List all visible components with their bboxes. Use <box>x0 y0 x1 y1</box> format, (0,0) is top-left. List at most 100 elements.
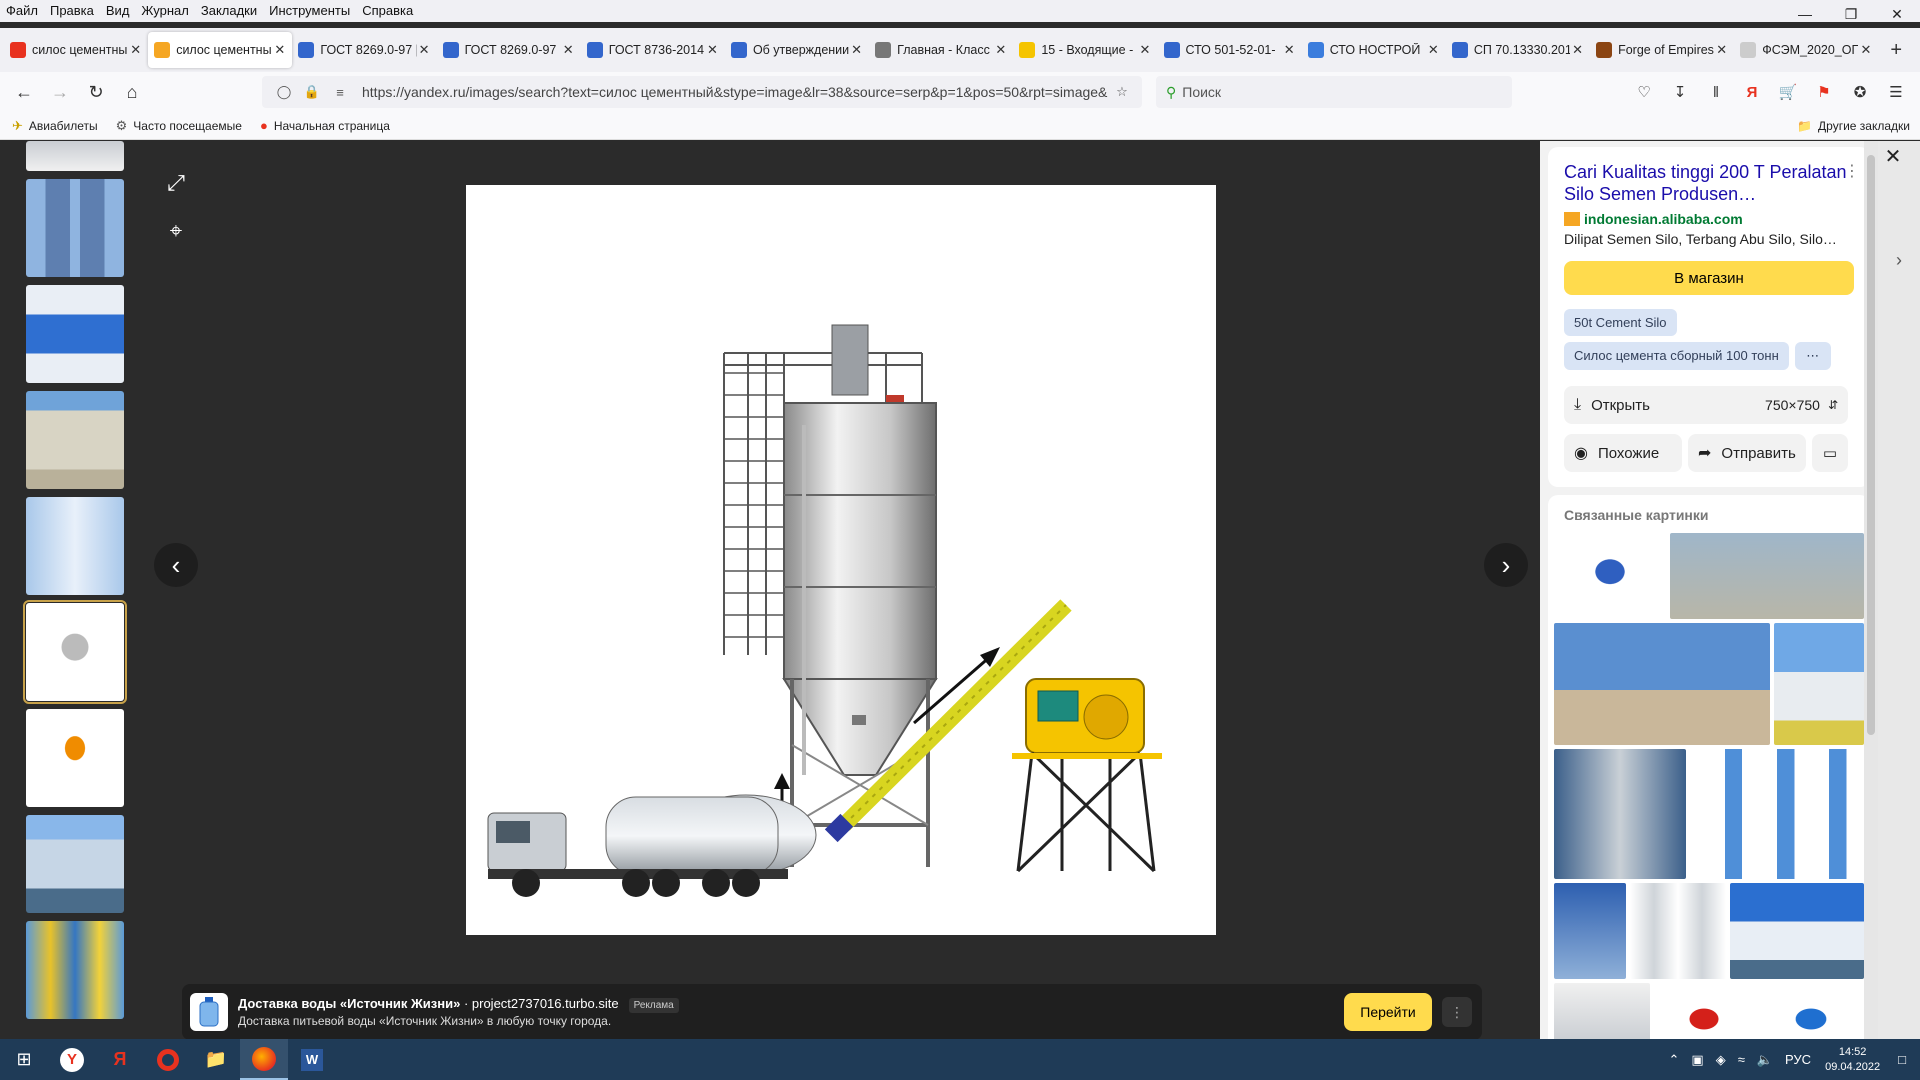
tag[interactable]: Силос цемента сборный 100 тонн <box>1564 342 1789 370</box>
browser-tab[interactable]: 15 - Входящие - ✕ <box>1013 32 1157 68</box>
fullscreen-icon[interactable]: ⤢ <box>156 163 196 203</box>
thumbnail[interactable] <box>26 709 124 807</box>
notifications-icon[interactable]: □ <box>1898 1052 1906 1067</box>
thumbnail[interactable] <box>26 285 124 383</box>
more-tags-icon[interactable]: ⋯ <box>1794 342 1831 370</box>
other-bookmarks[interactable]: 📁 Другие закладки <box>1797 112 1910 140</box>
source-domain[interactable]: indonesian.alibaba.com <box>1564 211 1854 227</box>
clock[interactable]: 14:52 09.04.2022 <box>1825 1045 1880 1075</box>
menu-item[interactable]: Журнал <box>135 0 194 22</box>
ad-banner[interactable]: Доставка воды «Источник Жизни» · project… <box>182 984 1482 1040</box>
close-tab-icon[interactable]: ✕ <box>851 42 863 58</box>
related-image[interactable] <box>1554 983 1650 1039</box>
cart-icon[interactable]: 🛒 <box>1770 76 1806 108</box>
bookmark-item[interactable]: ⚙ Часто посещаемые <box>104 118 248 134</box>
related-image[interactable] <box>1554 533 1666 619</box>
meet-now-icon[interactable]: ▣ <box>1691 1052 1703 1068</box>
menu-item[interactable]: Файл <box>0 0 44 22</box>
menu-item[interactable]: Вид <box>100 0 136 22</box>
lock-icon[interactable]: 🔒 <box>300 84 324 100</box>
browser-tab[interactable]: Об утверждении ✕ <box>725 32 869 68</box>
crop-icon[interactable]: ⌖ <box>156 211 196 251</box>
url-text[interactable]: https://yandex.ru/images/search?text=сил… <box>356 84 1110 100</box>
close-tab-icon[interactable]: ✕ <box>1428 42 1440 58</box>
related-image[interactable] <box>1730 883 1864 979</box>
close-tab-icon[interactable]: ✕ <box>419 42 431 58</box>
close-tab-icon[interactable]: ✕ <box>563 42 575 58</box>
thumbnail[interactable] <box>26 391 124 489</box>
related-image[interactable] <box>1670 533 1864 619</box>
back-icon[interactable]: ← <box>6 76 42 108</box>
menu-item[interactable]: Правка <box>44 0 100 22</box>
network-icon[interactable]: ◈ <box>1716 1052 1726 1068</box>
search-input[interactable]: ⚲ Поиск <box>1156 76 1512 108</box>
browser-tab[interactable]: Forge of Empires ✕ <box>1590 32 1734 68</box>
related-image[interactable] <box>1690 749 1864 879</box>
side-panel-scrollbar[interactable] <box>1864 141 1878 1039</box>
close-viewer-icon[interactable]: ✕ <box>1878 141 1908 171</box>
new-tab-button[interactable]: + <box>1878 32 1914 68</box>
browser-tab[interactable]: ФСЭМ_2020_ОП_М✕ <box>1734 32 1878 68</box>
minimize-button[interactable]: — <box>1782 0 1828 28</box>
bookmark-button[interactable]: ▭ <box>1812 434 1848 472</box>
thumbnail[interactable] <box>26 815 124 913</box>
bookmark-item[interactable]: ✈ Авиабилеты <box>0 118 104 134</box>
reload-icon[interactable]: ↻ <box>78 76 114 108</box>
thumbnail[interactable] <box>26 141 124 171</box>
restore-button[interactable]: ❐ <box>1828 0 1874 28</box>
tag[interactable]: 50t Cement Silo <box>1564 309 1677 336</box>
more-icon[interactable]: ⋮ <box>1442 997 1472 1027</box>
browser-tab[interactable]: ГОСТ 8736-2014 ✕ <box>581 32 725 68</box>
related-image[interactable] <box>1630 883 1726 979</box>
menu-item[interactable]: Инструменты <box>263 0 356 22</box>
ad-title[interactable]: Доставка воды «Источник Жизни» <box>238 996 460 1011</box>
thumbnail[interactable] <box>26 179 124 277</box>
chevron-up-icon[interactable]: ⌃ <box>1669 1052 1680 1068</box>
yandex-icon[interactable]: Я <box>1734 76 1770 108</box>
word-icon[interactable]: W <box>288 1039 336 1080</box>
related-image[interactable] <box>1654 983 1754 1039</box>
hamburger-menu-icon[interactable]: ☰ <box>1878 76 1914 108</box>
close-tab-icon[interactable]: ✕ <box>1572 42 1584 58</box>
related-image[interactable] <box>1554 883 1626 979</box>
close-tab-icon[interactable]: ✕ <box>274 42 286 58</box>
close-tab-icon[interactable]: ✕ <box>130 42 142 58</box>
menu-item[interactable]: Закладки <box>195 0 263 22</box>
home-icon[interactable]: ⌂ <box>114 76 150 108</box>
bookmark-flag-icon[interactable]: ⚑ <box>1806 76 1842 108</box>
thumbnail[interactable] <box>26 497 124 595</box>
address-bar[interactable]: ◯ 🔒 ≡ https://yandex.ru/images/search?te… <box>262 76 1142 108</box>
shop-button[interactable]: В магазин <box>1564 261 1854 295</box>
thumbnail-selected[interactable] <box>23 600 127 704</box>
ad-domain[interactable]: project2737016.turbo.site <box>472 996 619 1011</box>
ad-go-button[interactable]: Перейти <box>1344 993 1432 1031</box>
extensions-icon[interactable]: ✪ <box>1842 76 1878 108</box>
related-image[interactable] <box>1554 623 1770 745</box>
forward-icon[interactable]: → <box>42 76 78 108</box>
close-tab-icon[interactable]: ✕ <box>1716 42 1728 58</box>
yandex-app-icon[interactable]: Я <box>96 1039 144 1080</box>
previous-image-button[interactable]: ‹ <box>154 543 198 587</box>
browser-tab[interactable]: силос цементный ✕ <box>4 32 148 68</box>
close-tab-icon[interactable]: ✕ <box>1860 42 1872 58</box>
library-icon[interactable]: ‖ <box>1698 76 1734 108</box>
bookmark-star-icon[interactable]: ☆ <box>1110 84 1134 100</box>
yandex-browser-icon[interactable]: Y <box>48 1039 96 1080</box>
close-tab-icon[interactable]: ✕ <box>707 42 719 58</box>
image-size[interactable]: 750×750 <box>1765 397 1820 413</box>
close-tab-icon[interactable]: ✕ <box>995 42 1007 58</box>
more-options-icon[interactable]: ⋮ <box>1844 161 1860 181</box>
volume-icon[interactable]: 🔈 <box>1757 1052 1773 1068</box>
chevron-right-icon[interactable]: › <box>1884 245 1914 275</box>
related-image[interactable] <box>1774 623 1864 745</box>
wifi-icon[interactable]: ≈ <box>1738 1052 1745 1067</box>
browser-tab[interactable]: ГОСТ 8269.0-97 | ✕ <box>292 32 436 68</box>
close-tab-icon[interactable]: ✕ <box>1140 42 1152 58</box>
downloads-icon[interactable]: ↧ <box>1662 76 1698 108</box>
language-indicator[interactable]: РУС <box>1785 1052 1811 1067</box>
opera-icon[interactable] <box>144 1039 192 1080</box>
browser-tab[interactable]: СТО НОСТРОЙ ✕ <box>1302 32 1446 68</box>
next-image-button[interactable]: › <box>1484 543 1528 587</box>
menu-item[interactable]: Справка <box>356 0 419 22</box>
firefox-icon[interactable] <box>240 1039 288 1080</box>
